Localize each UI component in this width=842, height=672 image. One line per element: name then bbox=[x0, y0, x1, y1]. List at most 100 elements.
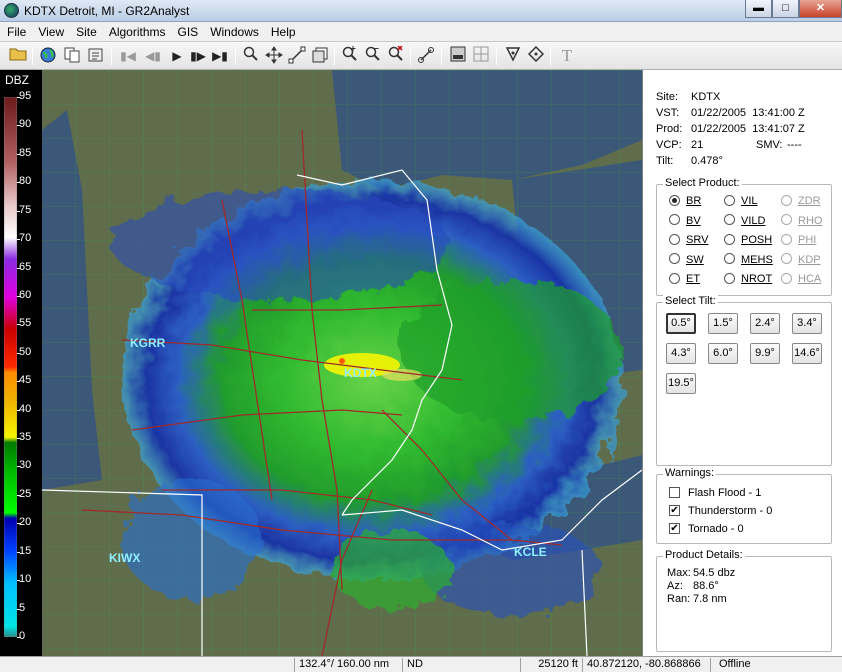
layout-single-icon[interactable] bbox=[448, 46, 468, 66]
tilt-button[interactable]: 14.6° bbox=[792, 343, 822, 364]
link-icon[interactable] bbox=[416, 46, 436, 66]
tilt-button[interactable]: 2.4° bbox=[750, 313, 780, 334]
toolbar: ▮◀ ◀▮ ▶ ▮▶ ▶▮ T bbox=[0, 42, 842, 70]
skip-start-icon[interactable]: ▮◀ bbox=[118, 46, 138, 66]
product-radio-srv[interactable]: SRV bbox=[669, 233, 709, 248]
color-scale-tick bbox=[17, 381, 20, 383]
product-radio-kdp[interactable]: KDP bbox=[781, 253, 821, 268]
product-radio-hca[interactable]: HCA bbox=[781, 272, 821, 287]
tilt-button[interactable]: 1.5° bbox=[708, 313, 738, 334]
smv-label: SMV: bbox=[756, 139, 783, 151]
color-scale-label: 85 bbox=[19, 146, 32, 159]
color-scale-label: 70 bbox=[19, 232, 32, 245]
menu-file[interactable]: File bbox=[0, 22, 31, 39]
site-label-kgrr[interactable]: KGRR bbox=[130, 336, 166, 350]
radio-dot bbox=[669, 272, 680, 284]
product-radio-bv[interactable]: BV bbox=[669, 214, 701, 229]
checkbox-box[interactable] bbox=[669, 486, 680, 498]
select-tilt-title: Select Tilt: bbox=[663, 295, 718, 307]
close-button[interactable]: ✕ bbox=[799, 0, 842, 18]
status-azimuth-range: 132.4°/ 160.00 nm bbox=[294, 658, 402, 672]
tilt-button[interactable]: 3.4° bbox=[792, 313, 822, 334]
menu-windows[interactable]: Windows bbox=[203, 22, 264, 39]
zoom-in-icon[interactable] bbox=[340, 46, 360, 66]
zoom-reset-icon[interactable] bbox=[386, 45, 406, 66]
product-radio-vil[interactable]: VIL bbox=[724, 194, 758, 209]
tilt-button[interactable]: 6.0° bbox=[708, 343, 738, 364]
step-back-icon[interactable]: ◀▮ bbox=[143, 46, 163, 66]
site-info: Site: KDTX VST: 01/22/2005 13:41:00 Z Prod… bbox=[656, 89, 841, 169]
layout-split-icon[interactable] bbox=[471, 46, 491, 66]
color-scale-tick bbox=[17, 352, 20, 354]
pan-icon[interactable] bbox=[264, 46, 284, 66]
step-forward-icon[interactable]: ▮▶ bbox=[188, 46, 208, 66]
product-label: SRV bbox=[686, 234, 709, 246]
product-radio-sw[interactable]: SW bbox=[669, 253, 704, 268]
checkmark-icon[interactable]: ✔ bbox=[669, 504, 680, 516]
cross-section-icon[interactable] bbox=[310, 46, 330, 66]
radar-map-canvas[interactable]: KGRR KDTX KIWX KCLE bbox=[42, 70, 642, 656]
radar-map[interactable]: KGRR KDTX KIWX KCLE bbox=[42, 70, 642, 656]
product-radio-vild[interactable]: VILD bbox=[724, 214, 765, 229]
vst-label: VST: bbox=[656, 107, 680, 119]
menu-gis[interactable]: GIS bbox=[171, 22, 204, 39]
tilt-button[interactable]: 0.5° bbox=[666, 313, 696, 334]
play-icon[interactable]: ▶ bbox=[167, 46, 187, 66]
status-height: 25120 ft bbox=[520, 658, 582, 672]
warning-checkbox[interactable]: ✔ Thunderstorm - 0 bbox=[669, 504, 772, 519]
color-scale-label: 90 bbox=[19, 118, 32, 131]
maximize-button[interactable]: □ bbox=[772, 0, 799, 18]
open-folder-icon[interactable] bbox=[8, 46, 28, 66]
site-label-kdtx[interactable]: KDTX bbox=[344, 366, 377, 380]
product-label: BR bbox=[686, 195, 702, 207]
color-scale-tick bbox=[17, 182, 20, 184]
checkmark-icon[interactable]: ✔ bbox=[669, 522, 680, 534]
layers-icon[interactable] bbox=[86, 46, 106, 66]
radio-dot bbox=[724, 253, 735, 265]
tilt-label: Tilt: bbox=[656, 155, 674, 167]
color-scale-tick bbox=[17, 438, 20, 440]
site-label-kcle[interactable]: KCLE bbox=[514, 545, 547, 559]
diamond-icon[interactable] bbox=[526, 45, 546, 66]
color-scale-unit: DBZ bbox=[5, 73, 29, 87]
menu-algorithms[interactable]: Algorithms bbox=[102, 22, 171, 39]
text-tool-icon[interactable]: T bbox=[557, 46, 577, 66]
measure-icon[interactable] bbox=[287, 46, 307, 66]
menu-site[interactable]: Site bbox=[69, 22, 102, 39]
tilt-button[interactable]: 4.3° bbox=[666, 343, 696, 364]
skip-end-icon[interactable]: ▶▮ bbox=[210, 46, 230, 66]
product-radio-rho[interactable]: RHO bbox=[781, 214, 822, 229]
tilt-button[interactable]: 19.5° bbox=[666, 373, 696, 394]
prod-value: 01/22/2005 13:41:07 Z bbox=[691, 123, 805, 135]
color-scale-strip bbox=[4, 97, 17, 637]
zoom-icon[interactable] bbox=[241, 46, 261, 66]
copy-icon[interactable] bbox=[62, 46, 82, 66]
product-radio-phi[interactable]: PHI bbox=[781, 233, 816, 248]
menu-view[interactable]: View bbox=[31, 22, 69, 39]
color-scale-label: 0 bbox=[19, 630, 26, 642]
color-scale-label: 50 bbox=[19, 345, 32, 358]
site-label-kiwx[interactable]: KIWX bbox=[109, 551, 140, 565]
warning-checkbox[interactable]: ✔ Tornado - 0 bbox=[669, 522, 744, 537]
minimize-button[interactable]: ▬ bbox=[745, 0, 772, 18]
tilt-button[interactable]: 9.9° bbox=[750, 343, 780, 364]
color-scale-label: 35 bbox=[19, 431, 32, 444]
product-radio-mehs[interactable]: MEHS bbox=[724, 253, 773, 268]
color-scale-label: 10 bbox=[19, 573, 32, 586]
product-radio-nrot[interactable]: NROT bbox=[724, 272, 772, 287]
product-radio-zdr[interactable]: ZDR bbox=[781, 194, 821, 209]
warning-checkbox[interactable]: Flash Flood - 1 bbox=[669, 486, 761, 501]
menu-help[interactable]: Help bbox=[264, 22, 301, 39]
filter-down-icon[interactable] bbox=[503, 46, 523, 66]
product-radio-posh[interactable]: POSH bbox=[724, 233, 772, 248]
globe-icon[interactable] bbox=[38, 46, 58, 66]
color-scale-tick bbox=[17, 637, 20, 638]
product-radio-et[interactable]: ET bbox=[669, 272, 700, 287]
color-scale-label: 95 bbox=[19, 90, 32, 102]
az-label: Az: bbox=[667, 580, 683, 592]
color-scale-label: 15 bbox=[19, 544, 32, 557]
radio-dot bbox=[781, 214, 792, 226]
color-scale-label: 25 bbox=[19, 487, 32, 500]
product-radio-br[interactable]: BR bbox=[669, 194, 702, 209]
zoom-out-icon[interactable] bbox=[363, 46, 383, 66]
